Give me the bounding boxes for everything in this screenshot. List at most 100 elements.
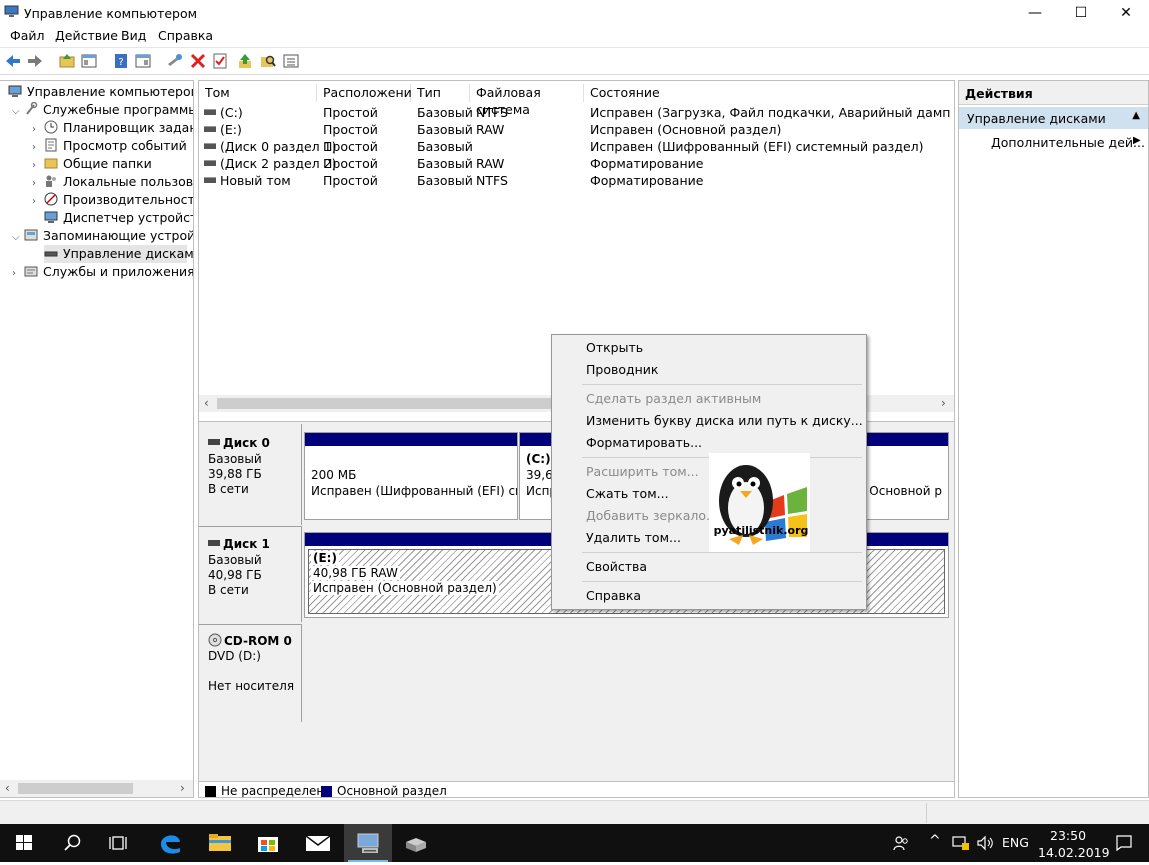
collapse-triangle-icon[interactable]: ▲ [1132, 110, 1140, 121]
tree-item-device-manager[interactable]: Диспетчер устройств [44, 209, 193, 227]
up-folder-icon[interactable] [58, 52, 76, 70]
tree-horizontal-scrollbar[interactable]: ‹ › [0, 780, 193, 797]
table-row[interactable]: Новый том Простой Базовый NTFS Форматиро… [199, 172, 954, 189]
disk-1-label[interactable]: Диск 1 Базовый 40,98 ГБ В сети [199, 526, 302, 622]
computer-management-icon [8, 85, 22, 97]
taskbar-store[interactable] [244, 824, 292, 862]
menu-item-extend-volume: Расширить том... [586, 464, 699, 479]
scroll-thumb[interactable] [217, 398, 557, 409]
table-row[interactable]: (Диск 2 раздел 2) Простой Базовый RAW Фо… [199, 155, 954, 172]
column-header-volume[interactable]: Том [199, 84, 317, 102]
volume-icon[interactable] [976, 835, 994, 851]
partition-efi[interactable]: 200 МБ Исправен (Шифрованный (EFI) систе [304, 432, 518, 520]
notifications-icon[interactable] [1115, 834, 1133, 852]
connect-icon[interactable] [166, 52, 184, 70]
clock-date[interactable]: 14.02.2019 [1038, 845, 1110, 860]
network-icon[interactable] [952, 835, 970, 851]
menu-help[interactable]: Справка [158, 28, 213, 43]
tree-item-event-viewer[interactable]: › Просмотр событий [32, 137, 187, 155]
menu-item-properties[interactable]: Свойства [586, 557, 647, 577]
show-hide-tree-icon[interactable] [80, 52, 98, 70]
submenu-arrow-icon: ▶ [1133, 135, 1141, 146]
column-header-type[interactable]: Тип [411, 84, 470, 102]
column-header-status[interactable]: Состояние [584, 84, 954, 102]
list-view-icon[interactable] [282, 52, 300, 70]
tree-item-storage[interactable]: ⌵ Запоминающие устройст [12, 227, 193, 247]
start-button[interactable] [0, 824, 48, 862]
computer-management-window: Управление компьютером — ☐ ✕ Файл Действ… [0, 0, 1149, 824]
disk-status: В сети [208, 482, 249, 496]
task-view-button[interactable] [96, 824, 144, 862]
taskbar-app-disk[interactable] [392, 824, 440, 862]
scroll-left-icon[interactable]: ‹ [5, 781, 10, 795]
legend: Не распределена Основной раздел [199, 781, 954, 798]
table-row[interactable]: (Диск 0 раздел 1) Простой Базовый Исправ… [199, 138, 954, 155]
search-button[interactable] [48, 824, 96, 862]
menu-item-explorer[interactable]: Проводник [586, 360, 659, 380]
disk-icon [44, 251, 58, 257]
tray-chevron-up-icon[interactable]: ^ [929, 833, 941, 849]
menu-separator [582, 552, 862, 553]
properties-pane-icon[interactable] [134, 52, 152, 70]
scroll-left-icon[interactable]: ‹ [204, 396, 209, 410]
check-properties-icon[interactable] [211, 52, 229, 70]
tree-item-utilities[interactable]: ⌵ Служебные программы [12, 101, 194, 121]
menu-bar: Файл Действие Вид Справка [0, 26, 1149, 46]
actions-section-disk-management[interactable]: Управление дисками ▲ [959, 107, 1148, 129]
table-row[interactable]: (E:) Простой Базовый RAW Исправен (Основ… [199, 121, 954, 138]
title-bar[interactable]: Управление компьютером — ☐ ✕ [0, 0, 1149, 26]
menu-item-format[interactable]: Форматировать... [586, 433, 702, 453]
legend-label-unallocated: Не распределена [221, 784, 332, 798]
taskbar-file-explorer[interactable] [196, 824, 244, 862]
tree-root[interactable]: Управление компьютером (л [8, 83, 193, 101]
tree-item-disk-management[interactable]: Управление дисками [44, 245, 193, 263]
menu-view[interactable]: Вид [121, 28, 146, 43]
back-arrow-icon[interactable] [4, 52, 22, 70]
cell-type: Базовый [417, 173, 473, 188]
export-up-icon[interactable] [236, 52, 254, 70]
cdrom-0-label[interactable]: CD-ROM 0 DVD (D:) Нет носителя [199, 624, 302, 722]
collapse-chevron-icon[interactable]: ⌵ [12, 229, 24, 247]
tree-item-local-users[interactable]: ›Локальные пользовате [32, 173, 193, 191]
taskbar-mail[interactable] [294, 824, 342, 862]
column-header-layout[interactable]: Расположение [317, 84, 419, 102]
tree-item-label: Служебные программы [43, 102, 194, 117]
menu-item-change-drive-letter[interactable]: Изменить букву диска или путь к диску... [586, 411, 863, 431]
collapse-chevron-icon[interactable]: ⌵ [12, 103, 24, 121]
column-header-filesystem[interactable]: Файловая система [470, 84, 584, 117]
partition-label: (C:) [526, 452, 551, 466]
watermark-logo: pyatilistnik.org [709, 453, 810, 552]
actions-more-item[interactable]: Дополнительные дей... ▶ [991, 135, 1145, 150]
help-icon[interactable]: ? [112, 52, 130, 70]
language-indicator[interactable]: ENG [1002, 835, 1029, 850]
tree-item-shared-folders[interactable]: › Общие папки [32, 155, 152, 173]
menu-item-shrink-volume[interactable]: Сжать том... [586, 484, 669, 504]
forward-arrow-icon[interactable] [26, 52, 44, 70]
tree-item-services[interactable]: › Службы и приложения [12, 263, 193, 283]
table-row[interactable]: (C:) Простой Базовый NTFS Исправен (Загр… [199, 104, 954, 121]
delete-icon[interactable] [189, 52, 207, 70]
tree-item-performance[interactable]: › Производительность [32, 191, 193, 211]
clock-time[interactable]: 23:50 [1050, 828, 1086, 843]
minimize-button[interactable]: — [1012, 0, 1058, 26]
scroll-right-icon[interactable]: › [180, 781, 185, 795]
scroll-right-icon[interactable]: › [941, 396, 946, 410]
maximize-button[interactable]: ☐ [1058, 0, 1104, 26]
menu-action[interactable]: Действие [55, 28, 118, 43]
disk-0-label[interactable]: Диск 0 Базовый 39,88 ГБ В сети [199, 424, 302, 525]
menu-item-open[interactable]: Открыть [586, 338, 643, 358]
people-icon[interactable] [892, 834, 910, 852]
tree-item-task-scheduler[interactable]: ›Планировщик заданий [32, 119, 193, 137]
taskbar-edge[interactable] [146, 824, 194, 862]
expand-chevron-icon[interactable]: › [32, 193, 44, 211]
scroll-thumb[interactable] [18, 783, 133, 794]
expand-chevron-icon[interactable]: › [12, 265, 24, 283]
taskbar-computer-management[interactable] [344, 824, 392, 862]
menu-file[interactable]: Файл [10, 28, 45, 43]
close-button[interactable]: ✕ [1103, 0, 1149, 26]
disk-type: Базовый [208, 553, 262, 567]
search-folder-icon[interactable] [259, 52, 277, 70]
menu-item-help[interactable]: Справка [586, 586, 641, 606]
menu-item-delete-volume[interactable]: Удалить том... [586, 528, 681, 548]
volume-icon [204, 177, 216, 183]
